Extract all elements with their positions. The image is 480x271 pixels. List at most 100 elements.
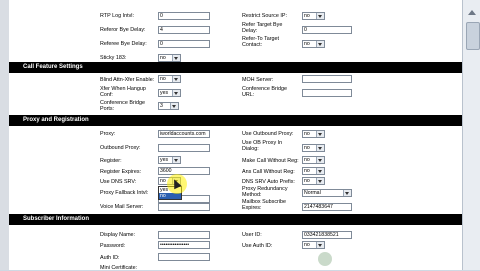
sticky-183-label: Sticky 183: [100, 55, 127, 61]
register-expires-field[interactable]: 3600 [158, 167, 210, 175]
register-value: yes [160, 157, 169, 163]
moh-server-field[interactable] [302, 75, 352, 83]
proxy-redundancy-value: Normal [304, 190, 321, 196]
use-ob-proxy-dialog-select[interactable]: no [302, 144, 325, 152]
chevron-down-icon [172, 55, 180, 61]
use-outbound-proxy-value: no [304, 131, 310, 137]
password-label: Password: [100, 243, 126, 249]
proxy-fallback-label: Proxy Fallback Intvl: [100, 190, 149, 196]
proxy-redundancy-label: Proxy Redundancy Method: [242, 186, 288, 198]
mailbox-subscribe-expires-field[interactable]: 2147483647 [302, 203, 352, 211]
referor-bye-delay-field[interactable]: 4 [158, 26, 210, 34]
use-outbound-proxy-label: Use Outbound Proxy: [242, 131, 294, 137]
display-name-field[interactable] [158, 231, 210, 239]
chevron-down-icon [316, 13, 324, 19]
left-frame [0, 0, 9, 270]
proxy-label: Proxy: [100, 131, 116, 137]
user-id-label: User ID: [242, 232, 262, 238]
voice-mail-server-field[interactable] [158, 203, 210, 211]
proxy-field[interactable]: iworldaccounts.com [158, 130, 210, 138]
dns-srv-auto-prefix-select[interactable]: no [302, 177, 325, 185]
use-dns-srv-label: Use DNS SRV: [100, 179, 137, 185]
use-dns-srv-value: no [160, 178, 166, 184]
conf-bridge-ports-label: Conference Bridge Ports: [100, 100, 145, 112]
subscriber-heading: Subscriber Information [23, 216, 90, 222]
use-ob-proxy-dialog-label: Use OB Proxy In Dialog: [242, 140, 283, 152]
display-name-label: Display Name: [100, 232, 136, 238]
blind-attn-label: Blind Attn-Xfer Enable: [100, 77, 155, 83]
blind-attn-value: no [160, 76, 166, 82]
blind-attn-select[interactable]: no [158, 75, 181, 83]
make-call-without-reg-label: Make Call Without Reg: [242, 158, 299, 164]
chevron-down-icon [316, 145, 324, 151]
mini-certificate-label: Mini Certificate: [100, 265, 138, 271]
call-feature-heading: Call Feature Settings [23, 64, 83, 70]
chevron-down-icon [172, 90, 180, 96]
rtp-log-intvl-field[interactable]: 0 [158, 12, 210, 20]
ans-call-without-reg-value: no [304, 168, 310, 174]
ans-call-without-reg-select[interactable]: no [302, 167, 325, 175]
xfer-when-hangup-label: Xfer When Hangup Conf: [100, 86, 146, 98]
watermark-icon [318, 252, 332, 266]
chevron-down-icon [316, 131, 324, 137]
outbound-proxy-label: Outbound Proxy: [100, 145, 141, 151]
refer-target-bye-delay-label: Refer Target Bye Delay: [242, 22, 283, 34]
chevron-down-icon [172, 157, 180, 163]
xfer-when-hangup-select[interactable]: yes [158, 89, 181, 97]
referor-bye-delay-label: Referor Bye Delay: [100, 27, 146, 33]
outbound-proxy-field[interactable] [158, 144, 210, 152]
chevron-down-icon [316, 178, 324, 184]
use-auth-id-value: no [304, 242, 310, 248]
restrict-source-ip-select[interactable]: no [302, 12, 325, 20]
sticky-183-select[interactable]: no [158, 54, 181, 62]
chevron-down-icon [316, 157, 324, 163]
proxy-heading: Proxy and Registration [23, 117, 89, 123]
chevron-down-icon [343, 190, 351, 196]
dns-srv-auto-prefix-label: DNS SRV Auto Prefix: [242, 179, 295, 185]
scroll-up-arrow-icon[interactable] [467, 8, 477, 18]
use-auth-id-select[interactable]: no [302, 241, 325, 249]
register-expires-label: Register Expires: [100, 169, 142, 175]
sticky-183-value: no [160, 55, 166, 61]
refer-to-target-contact-value: no [304, 41, 310, 47]
make-call-without-reg-value: no [304, 157, 310, 163]
refer-target-bye-delay-field[interactable]: 0 [302, 26, 352, 34]
chevron-down-icon [170, 103, 178, 109]
use-auth-id-label: Use Auth ID: [242, 243, 273, 249]
register-select[interactable]: yes [158, 156, 181, 164]
auth-id-field[interactable] [158, 253, 210, 261]
chevron-down-icon [316, 242, 324, 248]
refer-to-target-contact-label: Refer-To Target Contact: [242, 36, 280, 48]
dns-srv-auto-prefix-value: no [304, 178, 310, 184]
use-ob-proxy-dialog-value: no [304, 145, 310, 151]
referee-bye-delay-field[interactable]: 0 [158, 40, 210, 48]
vertical-scrollbar[interactable] [462, 0, 480, 270]
restrict-source-ip-value: no [304, 13, 310, 19]
proxy-redundancy-select[interactable]: Normal [302, 189, 352, 197]
watermark-logo [318, 250, 458, 268]
config-page [9, 0, 462, 270]
make-call-without-reg-select[interactable]: no [302, 156, 325, 164]
voice-mail-server-label: Voice Mail Server: [100, 204, 144, 210]
moh-server-label: MOH Server: [242, 77, 274, 83]
user-id-field[interactable]: 033421838521 [302, 231, 352, 239]
conf-bridge-url-field[interactable] [302, 89, 352, 97]
xfer-when-hangup-value: yes [160, 90, 169, 96]
restrict-source-ip-label: Restrict Source IP: [242, 13, 287, 19]
conf-bridge-url-label: Conference Bridge URL: [242, 86, 287, 98]
conf-bridge-ports-value: 3 [160, 103, 163, 109]
scroll-thumb[interactable] [466, 22, 480, 50]
use-outbound-proxy-select[interactable]: no [302, 130, 325, 138]
password-field[interactable]: •••••••••••••••• [158, 241, 210, 249]
chevron-down-icon [316, 168, 324, 174]
chevron-down-icon [316, 41, 324, 47]
ans-call-without-reg-label: Ans Call Without Reg: [242, 169, 295, 175]
referee-bye-delay-label: Referee Bye Delay: [100, 41, 147, 47]
refer-to-target-contact-select[interactable]: no [302, 40, 325, 48]
rtp-log-intvl-label: RTP Log Intvl: [100, 13, 134, 19]
chevron-down-icon [172, 76, 180, 82]
register-label: Register: [100, 158, 122, 164]
conf-bridge-ports-select[interactable]: 3 [158, 102, 179, 110]
auth-id-label: Auth ID: [100, 255, 120, 261]
mailbox-subscribe-expires-label: Mailbox Subscribe Expires: [242, 199, 287, 211]
